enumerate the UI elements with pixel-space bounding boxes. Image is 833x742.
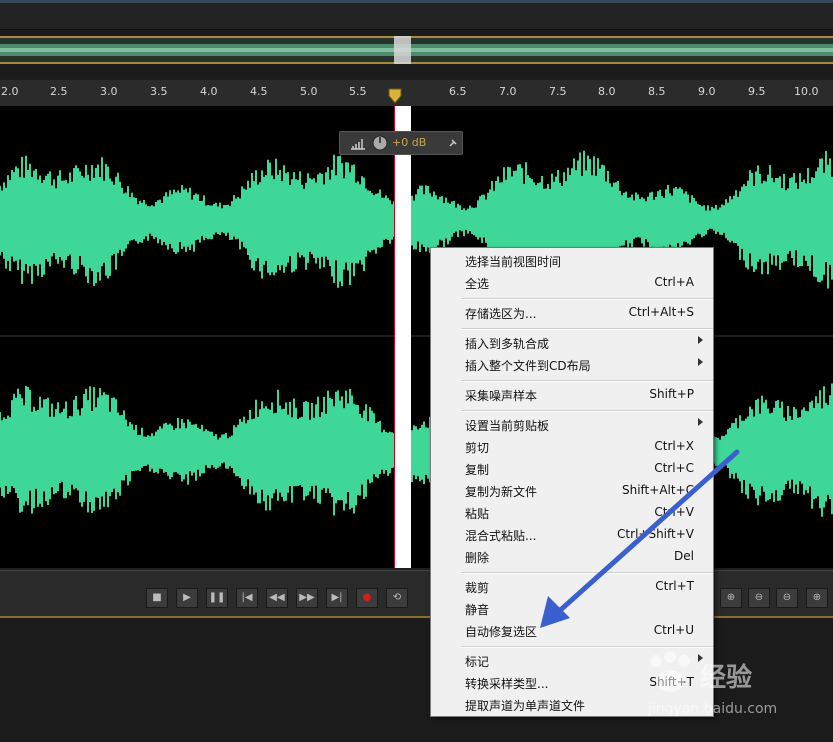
- menu-item-save-selection[interactable]: 存储选区为... Ctrl+Alt+S: [432, 302, 712, 324]
- overview-wave-svg: [0, 44, 833, 56]
- zoom-out-icon: ⊖: [754, 592, 764, 603]
- menu-separator: [461, 410, 713, 412]
- go-to-end-button[interactable]: ▶|: [326, 588, 348, 608]
- stop-button[interactable]: ■: [146, 588, 168, 608]
- fast-forward-button[interactable]: ▶▶: [296, 588, 318, 608]
- menu-item-silence[interactable]: 静音: [432, 598, 712, 620]
- play-icon: ▶: [183, 592, 191, 603]
- ruler-tick: 8.5: [648, 85, 666, 98]
- ruler-tick: 3.5: [150, 85, 168, 98]
- ruler-tick: 4.0: [200, 85, 218, 98]
- ruler-tick: 10.0: [794, 85, 819, 98]
- menu-item-capture-noise[interactable]: 采集噪声样本 Shift+P: [432, 384, 712, 406]
- zoom-in-button[interactable]: ⊕: [720, 588, 742, 608]
- overview-waveform[interactable]: [0, 36, 833, 64]
- rewind-icon: ◀◀: [269, 592, 285, 603]
- skip-forward-icon: ▶|: [331, 592, 343, 603]
- record-icon: ●: [362, 592, 372, 603]
- zoom-out-button[interactable]: ⊖: [748, 588, 770, 608]
- zoom-selection-button[interactable]: ⊕: [806, 588, 828, 608]
- skip-back-icon: |◀: [241, 592, 253, 603]
- ruler-tick: 9.5: [748, 85, 766, 98]
- ruler-tick: 9.0: [698, 85, 716, 98]
- loop-button[interactable]: ⟲: [386, 588, 408, 608]
- selection-region[interactable]: [394, 106, 411, 568]
- top-toolbar: [0, 0, 833, 30]
- menu-separator: [461, 328, 713, 330]
- pause-button[interactable]: ❚❚: [206, 588, 228, 608]
- zoom-full-button[interactable]: ⊖: [776, 588, 798, 608]
- rewind-button[interactable]: ◀◀: [266, 588, 288, 608]
- baidu-jingyan-watermark: 经验 jingyan.baidu.com: [640, 645, 830, 725]
- paw-logo-icon: [650, 651, 690, 692]
- menu-separator: [461, 572, 713, 574]
- overview-view-window[interactable]: [394, 36, 411, 64]
- gain-hud[interactable]: +0 dB: [339, 131, 463, 155]
- menu-item-insert-cd-layout[interactable]: 插入整个文件到CD布局: [432, 354, 712, 376]
- playhead-marker-icon[interactable]: [388, 88, 402, 104]
- ruler-tick: 4.5: [250, 85, 268, 98]
- menu-item-insert-multitrack[interactable]: 插入到多轨合成: [432, 332, 712, 354]
- menu-item-select-view-time[interactable]: 选择当前视图时间: [432, 250, 712, 272]
- menu-item-mix-paste[interactable]: 混合式粘贴... Ctrl+Shift+V: [432, 524, 712, 546]
- gain-value: +0 dB: [392, 136, 427, 149]
- loop-icon: ⟲: [392, 592, 402, 603]
- ruler-tick: 2.0: [1, 85, 19, 98]
- play-button[interactable]: ▶: [176, 588, 198, 608]
- pause-icon: ❚❚: [208, 592, 226, 603]
- level-meter-icon: [351, 139, 365, 150]
- submenu-arrow-icon: [698, 336, 703, 344]
- menu-separator: [461, 298, 713, 300]
- ruler-tick: 5.0: [300, 85, 318, 98]
- zoom-selection-icon: ⊕: [812, 592, 822, 603]
- ruler-tick: 5.5: [349, 85, 367, 98]
- ruler-tick: 2.5: [50, 85, 68, 98]
- zoom-in-icon: ⊕: [726, 592, 736, 603]
- zoom-full-icon: ⊖: [782, 592, 792, 603]
- record-button[interactable]: ●: [356, 588, 378, 608]
- fast-forward-icon: ▶▶: [299, 592, 315, 603]
- menu-item-cut[interactable]: 剪切 Ctrl+X: [432, 436, 712, 458]
- go-to-start-button[interactable]: |◀: [236, 588, 258, 608]
- watermark-brand: 经验: [700, 663, 753, 693]
- ruler-tick: 3.0: [100, 85, 118, 98]
- time-ruler[interactable]: 2.0 2.5 3.0 3.5 4.0 4.5 5.0 5.5 6.5 7.0 …: [0, 80, 833, 107]
- menu-item-paste[interactable]: 粘贴 Ctrl+V: [432, 502, 712, 524]
- ruler-tick: 7.0: [499, 85, 517, 98]
- ruler-tick: 7.5: [549, 85, 567, 98]
- menu-item-copy[interactable]: 复制 Ctrl+C: [432, 458, 712, 480]
- watermark-url: jingyan.baidu.com: [648, 701, 778, 717]
- menu-item-crop[interactable]: 裁剪 Ctrl+T: [432, 576, 712, 598]
- submenu-arrow-icon: [698, 418, 703, 426]
- menu-item-delete[interactable]: 删除 Del: [432, 546, 712, 568]
- ruler-tick: 8.0: [598, 85, 616, 98]
- menu-item-auto-heal[interactable]: 自动修复选区 Ctrl+U: [432, 620, 712, 642]
- menu-item-set-clipboard[interactable]: 设置当前剪贴板: [432, 414, 712, 436]
- menu-separator: [461, 380, 713, 382]
- ruler-tick: 6.5: [449, 85, 467, 98]
- submenu-arrow-icon: [698, 358, 703, 366]
- stop-icon: ■: [152, 592, 162, 603]
- gain-knob-icon[interactable]: [372, 135, 388, 151]
- menu-item-copy-to-new[interactable]: 复制为新文件 Shift+Alt+C: [432, 480, 712, 502]
- menu-item-select-all[interactable]: 全选 Ctrl+A: [432, 272, 712, 294]
- pin-icon[interactable]: [448, 138, 458, 148]
